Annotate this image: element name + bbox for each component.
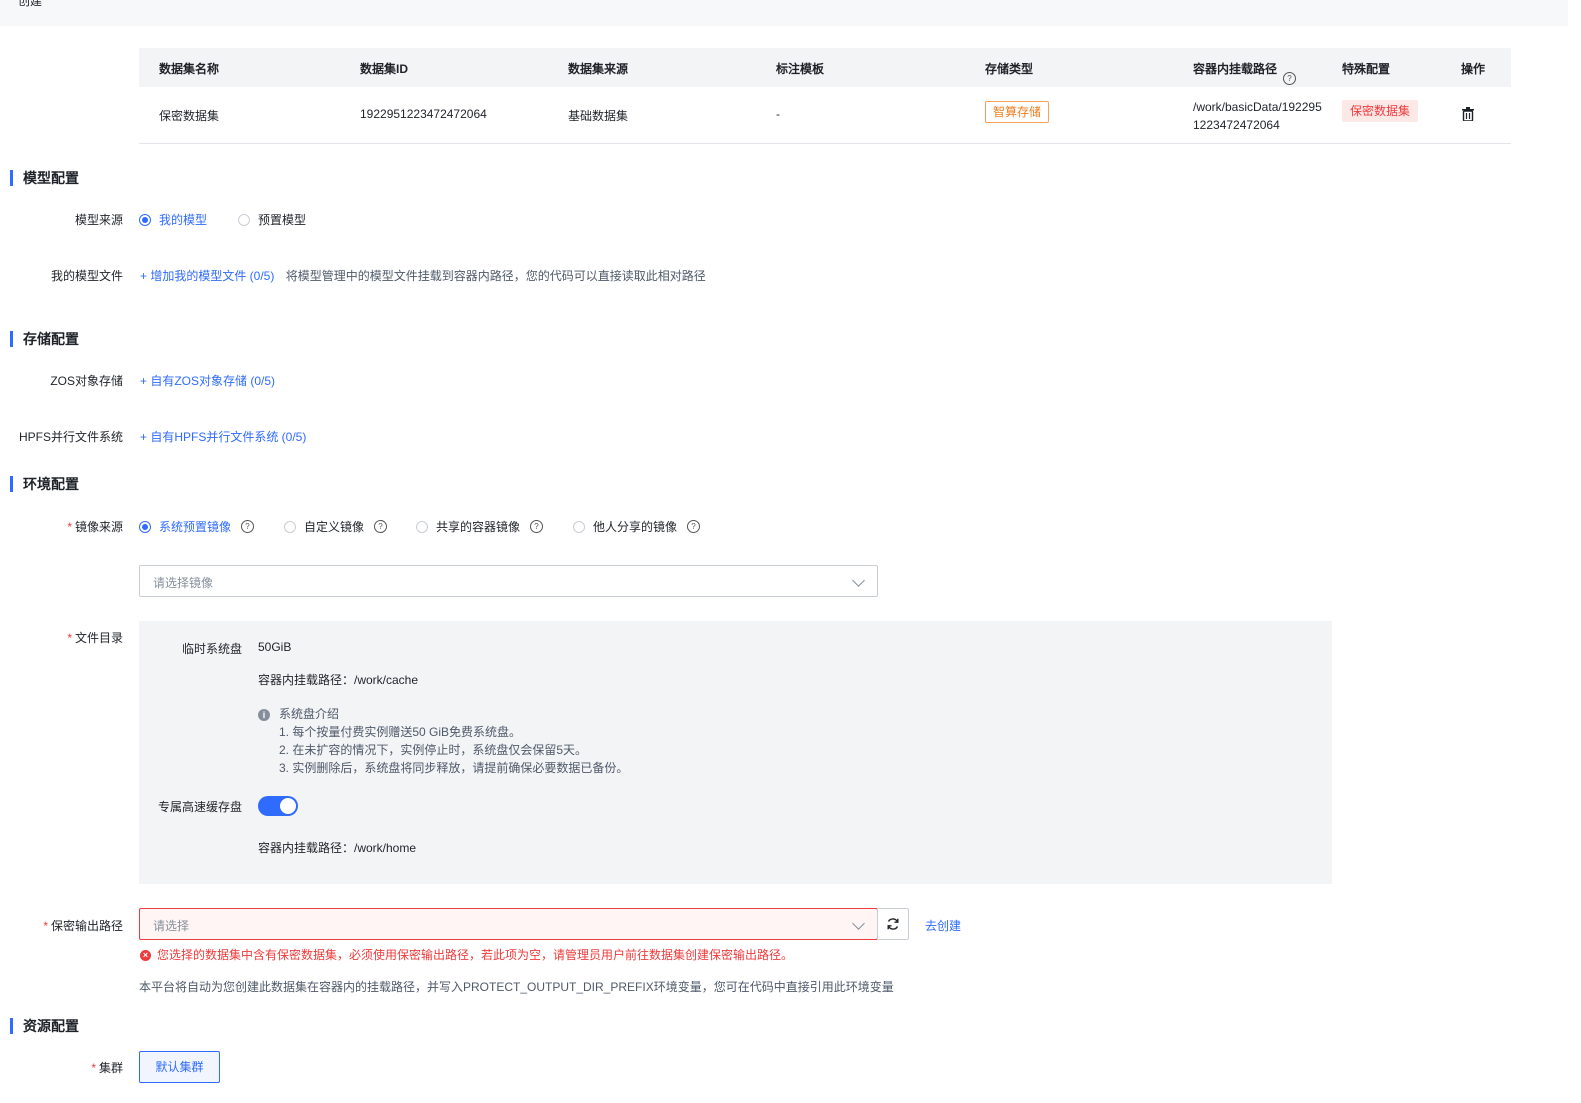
disk-intro-item: 2. 在未扩容的情况下，实例停止时，系统盘仅会保留5天。 bbox=[279, 743, 588, 757]
disk-intro-item: 3. 实例删除后，系统盘将同步释放，请提前确保必要数据已备份。 bbox=[279, 761, 629, 775]
radio-shared-image-label: 共享的容器镜像 bbox=[436, 520, 521, 534]
dataset-source: 基础数据集 bbox=[568, 109, 629, 123]
output-path-label-text: 保密输出路径 bbox=[50, 919, 123, 933]
cache-disk-toggle[interactable] bbox=[258, 796, 298, 816]
refresh-button[interactable] bbox=[877, 908, 909, 940]
radio-system-image[interactable]: 系统预置镜像 ? bbox=[139, 518, 255, 535]
radio-preset-model-label: 预置模型 bbox=[258, 213, 307, 227]
col-header-name: 数据集名称 bbox=[159, 62, 220, 76]
file-dir-label-text: 文件目录 bbox=[74, 631, 123, 645]
radio-my-model-label: 我的模型 bbox=[159, 213, 208, 227]
chevron-down-icon bbox=[852, 574, 865, 587]
table-row: 保密数据集 1922951223472472064 基础数据集 - 智算存储 /… bbox=[139, 87, 1511, 144]
output-path-error-text: 您选择的数据集中含有保密数据集，必须使用保密输出路径，若此项为空，请管理员用户前… bbox=[157, 948, 794, 962]
temp-disk-value: 50GiB bbox=[258, 640, 292, 654]
output-path-error: × 您选择的数据集中含有保密数据集，必须使用保密输出路径，若此项为空，请管理员用户… bbox=[140, 946, 793, 963]
create-output-link[interactable]: 去创建 bbox=[925, 917, 961, 934]
col-header-id: 数据集ID bbox=[360, 62, 409, 76]
page-title: 创建 bbox=[18, 0, 43, 8]
dataset-table: 数据集名称 数据集ID 数据集来源 标注模板 存储类型 容器内挂载路径? 特殊配… bbox=[139, 48, 1511, 144]
mount-path-line2: 1223472472064 bbox=[1193, 118, 1280, 132]
info-icon: i bbox=[258, 708, 270, 721]
disk-intro-title: 系统盘介绍 bbox=[279, 707, 340, 721]
radio-others-image-label: 他人分享的镜像 bbox=[593, 520, 678, 534]
radio-unchecked-icon bbox=[573, 520, 585, 533]
trash-icon bbox=[1462, 107, 1474, 122]
radio-preset-model[interactable]: 预置模型 bbox=[238, 211, 306, 228]
model-source-label: 模型来源 bbox=[74, 213, 123, 227]
dataset-template: - bbox=[776, 107, 780, 121]
col-header-mount-path-label: 容器内挂载路径 bbox=[1193, 62, 1278, 76]
chevron-down-icon bbox=[852, 917, 865, 930]
radio-unchecked-icon bbox=[238, 213, 250, 226]
image-source-label-text: 镜像来源 bbox=[74, 520, 123, 534]
output-path-select[interactable]: 请选择 bbox=[139, 908, 878, 940]
temp-disk-mount: 容器内挂载路径：/work/cache bbox=[258, 673, 419, 687]
zos-label: ZOS对象存储 bbox=[50, 374, 123, 388]
radio-custom-image[interactable]: 自定义镜像 ? bbox=[284, 518, 388, 535]
cluster-default-button[interactable]: 默认集群 bbox=[139, 1051, 220, 1083]
disk-intro-item: 1. 每个按量付费实例赠送50 GiB免费系统盘。 bbox=[279, 725, 522, 739]
disk-intro: i 系统盘介绍 1. 每个按量付费实例赠送50 GiB免费系统盘。 2. 在未扩容… bbox=[258, 705, 628, 777]
radio-checked-icon bbox=[139, 520, 151, 533]
col-header-storage: 存储类型 bbox=[985, 62, 1034, 76]
help-icon[interactable]: ? bbox=[374, 520, 388, 533]
col-header-special: 特殊配置 bbox=[1342, 62, 1391, 76]
radio-my-model[interactable]: 我的模型 bbox=[139, 211, 207, 228]
delete-button[interactable] bbox=[1462, 107, 1474, 124]
hpfs-label: HPFS并行文件系统 bbox=[18, 430, 123, 444]
dataset-table-header: 数据集名称 数据集ID 数据集来源 标注模板 存储类型 容器内挂载路径? 特殊配… bbox=[139, 48, 1511, 87]
storage-type-tag: 智算存储 bbox=[985, 101, 1050, 123]
col-header-source: 数据集来源 bbox=[568, 62, 629, 76]
radio-unchecked-icon bbox=[416, 520, 428, 533]
section-title-storage: 存储配置 bbox=[10, 331, 79, 347]
model-files-hint: 将模型管理中的模型文件挂载到容器内路径，您的代码可以直接读取此相对路径 bbox=[285, 269, 706, 283]
col-header-template: 标注模板 bbox=[776, 62, 825, 76]
image-select-placeholder: 请选择镜像 bbox=[153, 576, 214, 590]
radio-custom-image-label: 自定义镜像 bbox=[304, 520, 365, 534]
image-select[interactable]: 请选择镜像 bbox=[139, 565, 878, 597]
col-header-action: 操作 bbox=[1461, 62, 1486, 76]
cache-disk-mount: 容器内挂载路径：/work/home bbox=[258, 841, 417, 855]
mount-path: /work/basicData/192295 1223472472064 bbox=[1193, 98, 1322, 134]
output-path-label: * 保密输出路径 bbox=[43, 919, 123, 933]
radio-system-image-label: 系统预置镜像 bbox=[159, 520, 232, 534]
radio-checked-icon bbox=[139, 213, 151, 226]
help-icon[interactable]: ? bbox=[530, 520, 544, 533]
model-files-label: 我的模型文件 bbox=[50, 269, 123, 283]
output-path-placeholder: 请选择 bbox=[153, 919, 190, 933]
dataset-id: 1922951223472472064 bbox=[360, 107, 487, 121]
temp-disk-label: 临时系统盘 bbox=[181, 642, 242, 656]
dataset-name: 保密数据集 bbox=[159, 109, 220, 123]
mount-path-line1: /work/basicData/192295 bbox=[1193, 100, 1322, 114]
model-files-row: + 增加我的模型文件 (0/5) 将模型管理中的模型文件挂载到容器内路径，您的代… bbox=[140, 267, 706, 284]
add-model-files-link[interactable]: + 增加我的模型文件 (0/5) bbox=[140, 269, 274, 283]
cache-disk-label: 专属高速缓存盘 bbox=[157, 800, 242, 814]
add-hpfs-link[interactable]: + 自有HPFS并行文件系统 (0/5) bbox=[140, 428, 306, 445]
radio-shared-image[interactable]: 共享的容器镜像 ? bbox=[416, 518, 544, 535]
cluster-label: * 集群 bbox=[91, 1061, 123, 1075]
cluster-label-text: 集群 bbox=[98, 1061, 123, 1075]
special-config-tag: 保密数据集 bbox=[1342, 100, 1419, 122]
col-header-mount-path: 容器内挂载路径? bbox=[1193, 60, 1297, 85]
section-title-resource: 资源配置 bbox=[10, 1018, 79, 1034]
help-icon[interactable]: ? bbox=[241, 520, 255, 533]
section-title-env: 环境配置 bbox=[10, 476, 79, 492]
help-icon[interactable]: ? bbox=[687, 520, 701, 533]
radio-others-image[interactable]: 他人分享的镜像 ? bbox=[573, 518, 701, 535]
error-icon: × bbox=[140, 950, 151, 962]
top-bar: 创建 bbox=[0, 0, 1568, 26]
special-config-label: 保密数据集 bbox=[1342, 100, 1419, 122]
section-title-model: 模型配置 bbox=[10, 170, 79, 186]
help-icon[interactable]: ? bbox=[1283, 72, 1297, 85]
storage-type-label: 智算存储 bbox=[985, 101, 1050, 123]
radio-unchecked-icon bbox=[284, 520, 296, 533]
add-zos-link[interactable]: + 自有ZOS对象存储 (0/5) bbox=[140, 372, 275, 389]
file-dir-label: * 文件目录 bbox=[67, 631, 123, 645]
output-path-note: 本平台将自动为您创建此数据集在容器内的挂载路径，并写入PROTECT_OUTPU… bbox=[139, 980, 894, 994]
file-dir-panel: 临时系统盘 50GiB 容器内挂载路径：/work/cache i 系统盘介绍 1… bbox=[139, 621, 1332, 884]
image-source-label: * 镜像来源 bbox=[67, 520, 123, 534]
refresh-icon bbox=[887, 918, 899, 930]
